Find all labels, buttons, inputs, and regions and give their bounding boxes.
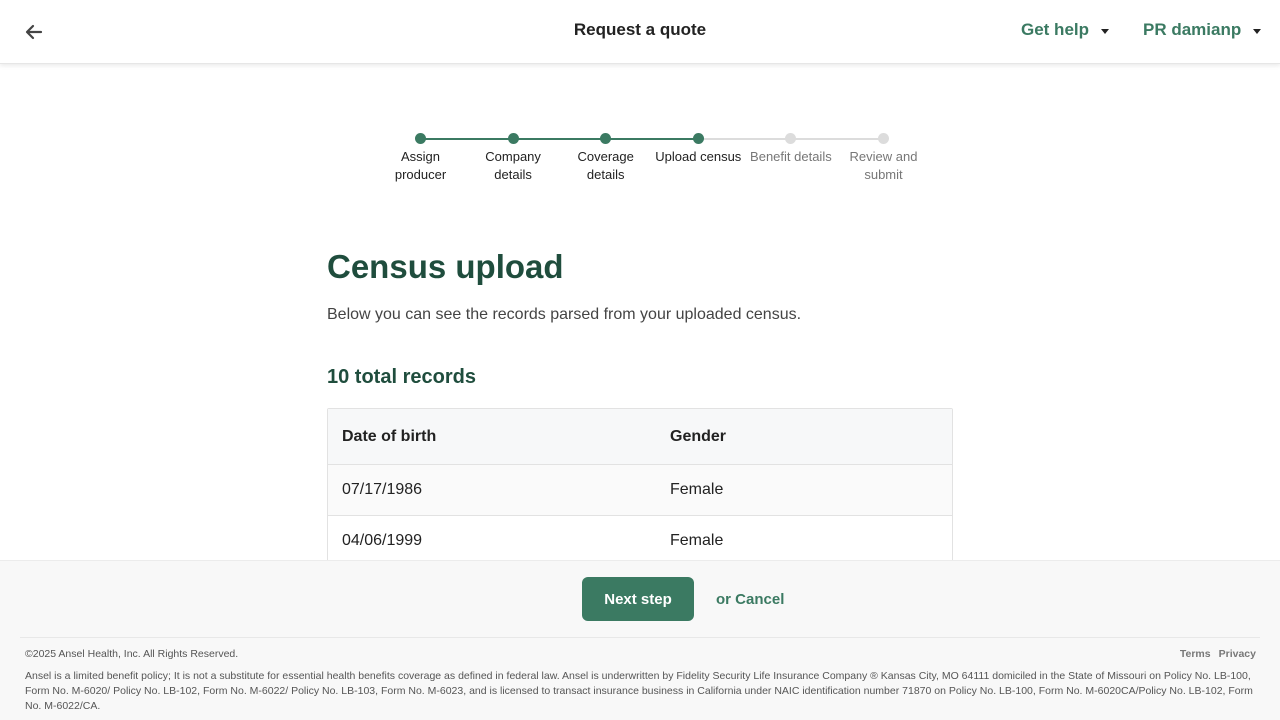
step-label: Coverage details xyxy=(577,149,634,182)
intro-text: Below you can see the records parsed fro… xyxy=(327,306,802,323)
cell-gender: Female xyxy=(670,532,724,549)
step-dot-icon xyxy=(692,133,704,144)
step-2: Company details xyxy=(467,126,560,184)
step-label: Benefit details xyxy=(750,149,832,164)
table-header: Date of birth Gender xyxy=(328,409,952,465)
step-label: Assign producer xyxy=(394,149,447,182)
user-label: PR damianp xyxy=(1143,20,1242,39)
step-3: Coverage details xyxy=(559,126,652,184)
step-dot-icon xyxy=(507,133,519,144)
get-help-label: Get help xyxy=(1021,20,1090,39)
footer: Next step or Cancel ©2025 Ansel Health, … xyxy=(0,560,1280,720)
privacy-link[interactable]: Privacy xyxy=(1219,648,1256,660)
chevron-down-icon xyxy=(1253,28,1262,34)
step-6: Review and submit xyxy=(837,126,930,184)
footer-divider xyxy=(20,637,1260,638)
footer-links: Terms Privacy xyxy=(1180,648,1256,660)
terms-link[interactable]: Terms xyxy=(1180,648,1211,660)
census-table: Date of birth Gender 07/17/1986 Female 04/… xyxy=(327,408,953,568)
cell-date-of-birth: 04/06/1999 xyxy=(342,532,423,549)
step-dot-icon xyxy=(600,133,612,144)
cell-gender: Female xyxy=(670,481,724,498)
step-dot-icon xyxy=(878,133,889,144)
page-heading: Census upload xyxy=(327,248,564,285)
step-1: Assign producer xyxy=(374,126,467,184)
get-help-menu[interactable]: Get help xyxy=(1021,20,1110,40)
step-5: Benefit details xyxy=(744,126,837,166)
legal-disclaimer: Ansel is a limited benefit policy; It is… xyxy=(25,670,1253,712)
step-4: Upload census xyxy=(652,126,745,166)
chevron-down-icon xyxy=(1101,28,1110,34)
step-dot-icon xyxy=(785,133,797,144)
cell-date-of-birth: 07/17/1986 xyxy=(342,481,423,498)
column-header-date-of-birth: Date of birth xyxy=(342,427,437,445)
table-row: 07/17/1986 Female xyxy=(328,465,952,516)
step-dot-icon xyxy=(415,133,426,144)
user-menu[interactable]: PR damianp xyxy=(1143,20,1262,40)
top-bar: Request a quote Get help PR damianp xyxy=(0,0,1280,64)
step-label: Upload census xyxy=(655,149,742,164)
back-arrow-icon[interactable] xyxy=(22,20,46,44)
records-count: 10 total records xyxy=(327,366,476,388)
cancel-link[interactable]: or Cancel xyxy=(716,591,784,608)
copyright-text: ©2025 Ansel Health, Inc. All Rights Rese… xyxy=(25,648,239,660)
step-label: Review and submit xyxy=(849,149,918,182)
progress-stepper: Assign producer Company details Coverage d… xyxy=(374,126,934,196)
column-header-gender: Gender xyxy=(670,427,727,445)
next-step-button[interactable]: Next step xyxy=(582,577,694,621)
step-label: Company details xyxy=(485,149,541,182)
